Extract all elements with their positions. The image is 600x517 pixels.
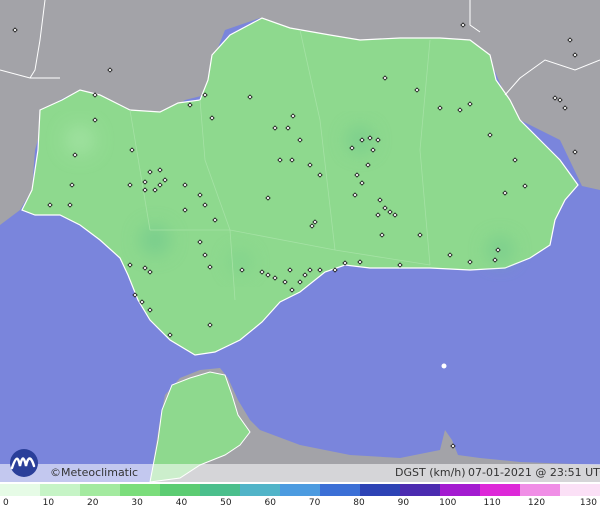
island [441,363,447,369]
scale-tick-label: 0 [3,498,9,508]
scale-swatch [320,484,361,496]
scale-tick-label: 10 [42,498,55,508]
brand-label: ©Meteoclimatic [50,466,139,479]
scale-swatch [120,484,161,496]
scale-tick-label: 20 [87,498,99,508]
scale-tick-label: 40 [175,498,188,508]
scale-tick-label: 50 [220,498,232,508]
scale-swatch [560,484,600,496]
timestamp-label: 07-01-2021 @ 23:51 UTC [468,466,600,479]
scale-tick-label: 60 [264,498,276,508]
variable-label: DGST (km/h) [395,466,466,479]
scale-swatch [520,484,561,496]
wind-gust-map [0,0,600,482]
scale-tick-label: 80 [353,498,365,508]
scale-tick-label: 120 [527,498,546,508]
scale-swatch [240,484,281,496]
meteoclimatic-logo [10,449,38,477]
scale-swatch [80,484,121,496]
scale-swatch [480,484,521,496]
scale-swatch [40,484,81,496]
scale-swatch [360,484,401,496]
scale-swatch [280,484,321,496]
color-scale-bar [0,484,600,496]
scale-swatch [400,484,441,496]
scale-tick-label: 130 [579,498,597,508]
scale-tick-label: 100 [439,498,457,508]
scale-swatch [440,484,481,496]
scale-tick-label: 110 [483,498,501,508]
scale-swatch [160,484,201,496]
scale-swatch [0,484,41,496]
scale-tick-label: 30 [131,498,143,508]
scale-swatch [200,484,241,496]
scale-tick-label: 90 [397,498,410,508]
scale-tick-label: 70 [308,498,321,508]
